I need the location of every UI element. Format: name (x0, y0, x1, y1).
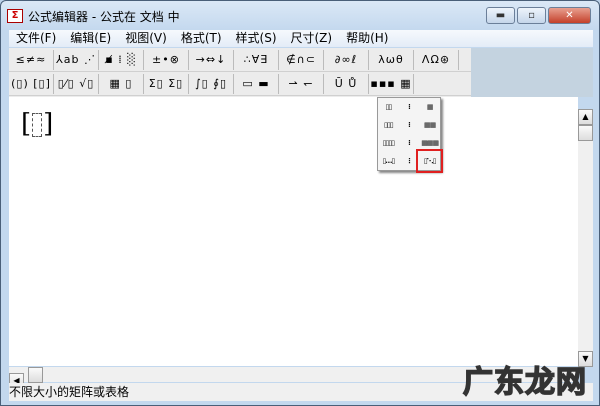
symbol-palette-button[interactable]: →⇔↓ (189, 49, 234, 70)
symbol-palette-button[interactable]: ∉∩⊂ (279, 49, 324, 70)
matrix-palette: ▯▯ ⁞ ▦ ▯▯▯ ⁞ ▦▦ ▯▯▯▯ ⁞ ▦▦▦ ▯…▯ ⋮ ▯⋱▯ (377, 97, 443, 173)
template-palette-button[interactable]: (▯) [▯] (9, 73, 54, 94)
template-palette-button[interactable]: Σ▯ Σ▯ (144, 73, 189, 94)
template-palette-button[interactable]: ⇀ ↽ (279, 73, 324, 94)
app-icon: Σ (7, 9, 23, 23)
symbol-palette-button[interactable]: ≤≠≈ (9, 49, 54, 70)
menu-format[interactable]: 格式(T) (174, 30, 229, 47)
scroll-up-button[interactable]: ▲ (578, 109, 593, 125)
matrix-template-option[interactable]: ▦ (419, 98, 440, 116)
matrix-template-option[interactable]: ▯▯ (378, 98, 399, 116)
template-palette-button[interactable]: ∫▯ ∮▯ (189, 73, 234, 94)
window-title: 公式编辑器 - 公式在 文档 中 (28, 9, 180, 24)
equation-area[interactable]: [] (9, 97, 578, 366)
symbol-palette-button[interactable]: ∴∀∃ (234, 49, 279, 70)
matrix-template[interactable]: [] (21, 109, 53, 139)
symbol-palette-button[interactable]: λωθ (369, 49, 414, 70)
matrix-template-option[interactable]: ▦▦▦ (419, 134, 440, 152)
template-palette-button[interactable]: ▦ ▯ (99, 73, 144, 94)
close-button[interactable]: ✕ (548, 7, 591, 24)
matrix-template-option[interactable]: ⁞ (399, 98, 420, 116)
matrix-template-option[interactable]: ▯…▯ (378, 152, 399, 170)
symbol-palette-button[interactable]: ±•⊗ (144, 49, 189, 70)
scroll-thumb[interactable] (578, 125, 593, 141)
title-bar: Σ 公式编辑器 - 公式在 文档 中 (7, 7, 180, 25)
matrix-template-option[interactable]: ▦▦ (419, 116, 440, 134)
menu-size[interactable]: 尺寸(Z) (284, 30, 340, 47)
symbol-palette-button[interactable]: ▪̸ ⁞ ░ (99, 49, 144, 70)
watermark: 广东龙网 (462, 364, 587, 401)
menu-bar: 文件(F) 编辑(E) 视图(V) 格式(T) 样式(S) 尺寸(Z) 帮助(H… (9, 30, 593, 47)
vertical-scrollbar[interactable]: ▲ ▼ (578, 109, 593, 367)
matrix-template-option[interactable]: ⁞ (399, 116, 420, 134)
maximize-button[interactable]: ▫ (517, 7, 546, 24)
matrix-template-option[interactable]: ▯▯▯ (378, 116, 399, 134)
minimize-button[interactable]: ▬ (486, 7, 515, 24)
template-palette-button[interactable]: Ū Ů (324, 73, 369, 94)
matrix-template-option[interactable]: ⁞ (399, 134, 420, 152)
symbol-palette-button[interactable]: ∂∞ℓ (324, 49, 369, 70)
matrix-template-option[interactable]: ⋮ (399, 152, 420, 170)
menu-style[interactable]: 样式(S) (229, 30, 284, 47)
hscroll-thumb[interactable] (27, 367, 43, 383)
template-palette-button[interactable]: ▭ ▬ (234, 73, 279, 94)
menu-edit[interactable]: 编辑(E) (63, 30, 118, 47)
menu-view[interactable]: 视图(V) (118, 30, 174, 47)
equation-editor-window: Σ 公式编辑器 - 公式在 文档 中 ▬ ▫ ✕ 文件(F) 编辑(E) 视图(… (0, 0, 600, 406)
matrix-template-option[interactable]: ▯▯▯▯ (378, 134, 399, 152)
template-palette-button[interactable]: ▪▪▪ ▦ (369, 73, 414, 94)
variable-matrix-button[interactable]: ▯⋱▯ (416, 149, 443, 173)
toolbar: ≤≠≈ ⅄ab ⋰ ▪̸ ⁞ ░ ±•⊗ →⇔↓ ∴∀∃ ∉∩⊂ ∂∞ℓ λωθ ΛΩ⊛ (▯) … (9, 48, 593, 97)
menu-file[interactable]: 文件(F) (9, 30, 63, 47)
symbol-palette-button[interactable]: ΛΩ⊛ (414, 49, 459, 70)
symbol-palette-button[interactable]: ⅄ab ⋰ (54, 49, 99, 70)
menu-help[interactable]: 帮助(H) (339, 30, 395, 47)
template-palette-button[interactable]: ▯⁄▯ √▯ (54, 73, 99, 94)
